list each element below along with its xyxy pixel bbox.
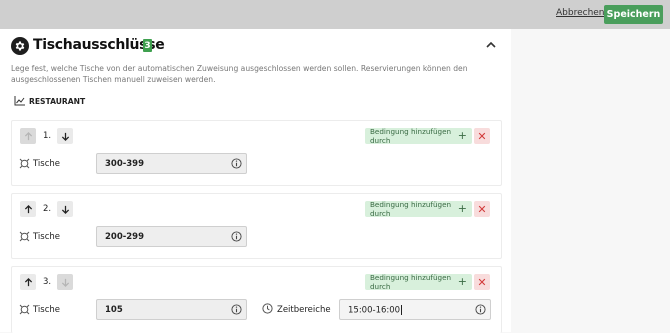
close-icon: ✕ [477,275,487,289]
tables-label: Tische [33,159,61,169]
time-range-label: Zeitbereiche [277,305,331,315]
gear-icon [11,37,29,55]
add-condition-label: Bedingung hinzufügen durch [370,273,452,291]
table-icon [19,158,30,169]
add-condition-button[interactable]: Bedingung hinzufügen durch + [365,273,472,291]
info-icon[interactable] [231,231,242,242]
delete-rule-button[interactable]: ✕ [474,201,490,217]
chevron-up-icon[interactable] [485,40,497,50]
text-caret [401,305,403,315]
clock-icon [262,303,273,314]
rule-number: 2. [43,204,52,214]
table-icon [19,304,30,315]
tables-label: Tische [33,305,61,315]
arrow-up-icon [24,204,32,213]
table-icon [19,231,30,242]
top-bar: Abbrechen Speichern [0,0,670,29]
chart-icon [14,96,25,106]
add-condition-label: Bedingung hinzufügen durch [370,127,452,145]
time-range-input[interactable]: 15:00-16:00 [339,299,491,320]
info-icon[interactable] [231,158,242,169]
add-condition-label: Bedingung hinzufügen durch [370,200,452,218]
move-down-button[interactable] [57,201,73,217]
plus-icon: + [457,129,467,142]
tables-input[interactable]: 200-299 [96,226,247,247]
time-range-text: 15:00-16:00 [348,305,401,316]
tables-value: 200-299 [105,232,145,242]
arrow-down-icon [61,278,69,287]
arrow-up-icon [24,277,32,286]
tables-input[interactable]: 300-399 [96,153,247,174]
arrow-up-icon [24,131,32,140]
move-up-button[interactable] [20,201,36,217]
arrow-down-icon [61,205,69,214]
plus-icon: + [457,202,467,215]
rule-number: 1. [43,131,52,141]
add-condition-button[interactable]: Bedingung hinzufügen durch + [365,200,472,218]
tables-label: Tische [33,232,61,242]
save-button[interactable]: Speichern [604,5,663,24]
rule-number: 3. [43,277,52,287]
move-down-button[interactable] [57,274,73,290]
tables-value: 300-399 [105,159,145,169]
cancel-link[interactable]: Abbrechen [556,8,605,18]
tables-value: 105 [105,305,123,315]
info-icon[interactable] [475,304,486,315]
move-up-button[interactable] [20,128,36,144]
section-description: Lege fest, welche Tische von der automat… [11,64,468,84]
plus-icon: + [457,275,467,288]
count-badge: 3 [143,39,152,52]
info-icon[interactable] [231,304,242,315]
delete-rule-button[interactable]: ✕ [474,128,490,144]
move-up-button[interactable] [20,274,36,290]
group-label: RESTAURANT [29,97,86,106]
add-condition-button[interactable]: Bedingung hinzufügen durch + [365,127,472,145]
delete-rule-button[interactable]: ✕ [474,274,490,290]
arrow-down-icon [61,132,69,141]
tables-input[interactable]: 105 [96,299,247,320]
move-down-button[interactable] [57,128,73,144]
close-icon: ✕ [477,202,487,216]
time-range-value: 15:00-16:00 [348,305,403,316]
close-icon: ✕ [477,129,487,143]
